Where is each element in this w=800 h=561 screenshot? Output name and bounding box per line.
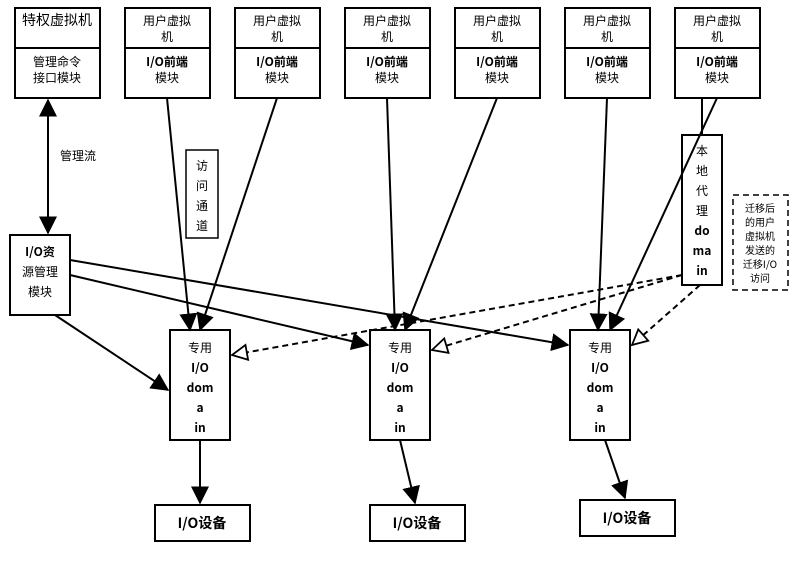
svg-text:模块: 模块 — [265, 69, 289, 86]
svg-text:I/O: I/O — [591, 359, 609, 376]
svg-text:in: in — [696, 262, 707, 279]
svg-text:用户虚拟: 用户虚拟 — [143, 12, 191, 29]
svg-text:I/O: I/O — [391, 359, 409, 376]
vm-priv-title: 特权虚拟机 — [22, 10, 92, 30]
proxy-dom3 — [632, 285, 700, 345]
svg-text:专用: 专用 — [188, 339, 212, 356]
svg-text:访: 访 — [196, 157, 208, 174]
svg-text:机: 机 — [271, 28, 283, 45]
vm-user-1: 用户虚拟 机 I/O前端 模块 — [125, 8, 210, 98]
svg-text:I/O前端: I/O前端 — [256, 53, 298, 70]
svg-text:代: 代 — [696, 182, 708, 199]
vm4-dom2 — [405, 98, 497, 330]
svg-text:用户虚拟: 用户虚拟 — [473, 12, 521, 29]
migration-note: 迁移后 的用户 虚拟机 发送的 迁移I/O 访问 — [733, 195, 788, 290]
svg-text:dom: dom — [187, 379, 214, 396]
dom3-dev3 — [605, 440, 625, 498]
svg-text:ma: ma — [693, 242, 712, 259]
svg-text:dom: dom — [387, 379, 414, 396]
svg-text:I/O: I/O — [191, 359, 209, 376]
io-domain-2: 专用 I/O dom a in — [370, 330, 430, 440]
svg-text:I/O前端: I/O前端 — [366, 53, 408, 70]
vm-user-3: 用户虚拟 机 I/O前端 模块 — [345, 8, 430, 98]
svg-text:a: a — [196, 399, 203, 416]
svg-text:dom: dom — [587, 379, 614, 396]
access-channel-label: 访 问 通 道 — [186, 150, 218, 238]
svg-text:a: a — [396, 399, 403, 416]
local-proxy-domain: 本 地 代 理 do ma in — [682, 135, 722, 285]
svg-text:的用户: 的用户 — [745, 214, 775, 229]
svg-text:do: do — [694, 222, 709, 239]
svg-text:虚拟机: 虚拟机 — [745, 228, 775, 243]
svg-text:I/O设备: I/O设备 — [178, 513, 227, 533]
vm3-dom2 — [387, 98, 395, 330]
svg-text:用户虚拟: 用户虚拟 — [363, 12, 411, 29]
dom2-dev2 — [400, 440, 415, 503]
vm-privileged: 特权虚拟机 管理命令 接口模块 — [15, 8, 100, 98]
svg-text:源管理: 源管理 — [22, 263, 58, 280]
svg-text:in: in — [394, 419, 405, 436]
svg-text:机: 机 — [381, 28, 393, 45]
vm5-dom3 — [598, 98, 607, 330]
svg-text:模块: 模块 — [705, 69, 729, 86]
svg-text:I/O前端: I/O前端 — [696, 53, 738, 70]
svg-text:机: 机 — [711, 28, 723, 45]
svg-text:发送的: 发送的 — [745, 242, 775, 257]
io-resource-manager: I/O资 源管理 模块 — [10, 235, 70, 315]
svg-text:I/O设备: I/O设备 — [393, 513, 442, 533]
svg-text:专用: 专用 — [388, 339, 412, 356]
svg-text:问: 问 — [196, 177, 208, 194]
svg-text:地: 地 — [696, 162, 708, 179]
svg-text:本: 本 — [696, 142, 708, 159]
svg-text:in: in — [194, 419, 205, 436]
vm-user-2: 用户虚拟 机 I/O前端 模块 — [235, 8, 320, 98]
svg-text:I/O设备: I/O设备 — [603, 508, 652, 528]
svg-text:a: a — [596, 399, 603, 416]
svg-text:用户虚拟: 用户虚拟 — [253, 12, 301, 29]
svg-text:I/O前端: I/O前端 — [146, 53, 188, 70]
vm-user-6: 用户虚拟 机 I/O前端 模块 — [675, 8, 760, 98]
svg-text:机: 机 — [491, 28, 503, 45]
mgmt-flow-label: 管理流 — [60, 147, 96, 164]
resmgr-to-dom3 — [70, 260, 568, 345]
svg-text:I/O资: I/O资 — [25, 243, 55, 260]
svg-text:in: in — [594, 419, 605, 436]
io-domain-3: 专用 I/O dom a in — [570, 330, 630, 440]
svg-text:用户虚拟: 用户虚拟 — [583, 12, 631, 29]
svg-text:模块: 模块 — [485, 69, 509, 86]
svg-text:机: 机 — [161, 28, 173, 45]
io-domain-1: 专用 I/O dom a in — [170, 330, 230, 440]
diagram-canvas: 特权虚拟机 管理命令 接口模块 用户虚拟 机 I/O前端 模块 用户虚拟 机 I… — [0, 0, 800, 561]
resmgr-to-dom1 — [55, 315, 168, 390]
vm-user-4: 用户虚拟 机 I/O前端 模块 — [455, 8, 540, 98]
svg-text:理: 理 — [696, 202, 708, 219]
io-device-2: I/O设备 — [370, 505, 465, 541]
svg-text:模块: 模块 — [595, 69, 619, 86]
svg-text:通: 通 — [196, 197, 208, 214]
svg-text:专用: 专用 — [588, 339, 612, 356]
io-device-3: I/O设备 — [580, 500, 675, 536]
svg-text:I/O前端: I/O前端 — [476, 53, 518, 70]
svg-text:模块: 模块 — [375, 69, 399, 86]
svg-text:机: 机 — [601, 28, 613, 45]
svg-text:访问: 访问 — [750, 270, 770, 285]
svg-text:迁移后: 迁移后 — [745, 200, 775, 215]
vm-priv-sub1: 管理命令 — [33, 53, 81, 70]
svg-text:模块: 模块 — [28, 283, 52, 300]
svg-text:用户虚拟: 用户虚拟 — [693, 12, 741, 29]
vm-user-5: 用户虚拟 机 I/O前端 模块 — [565, 8, 650, 98]
svg-text:迁移I/O: 迁移I/O — [743, 256, 777, 271]
svg-text:I/O前端: I/O前端 — [586, 53, 628, 70]
io-device-1: I/O设备 — [155, 505, 250, 541]
svg-text:模块: 模块 — [155, 69, 179, 86]
vm-priv-sub2: 接口模块 — [33, 69, 81, 86]
svg-text:道: 道 — [196, 217, 208, 234]
